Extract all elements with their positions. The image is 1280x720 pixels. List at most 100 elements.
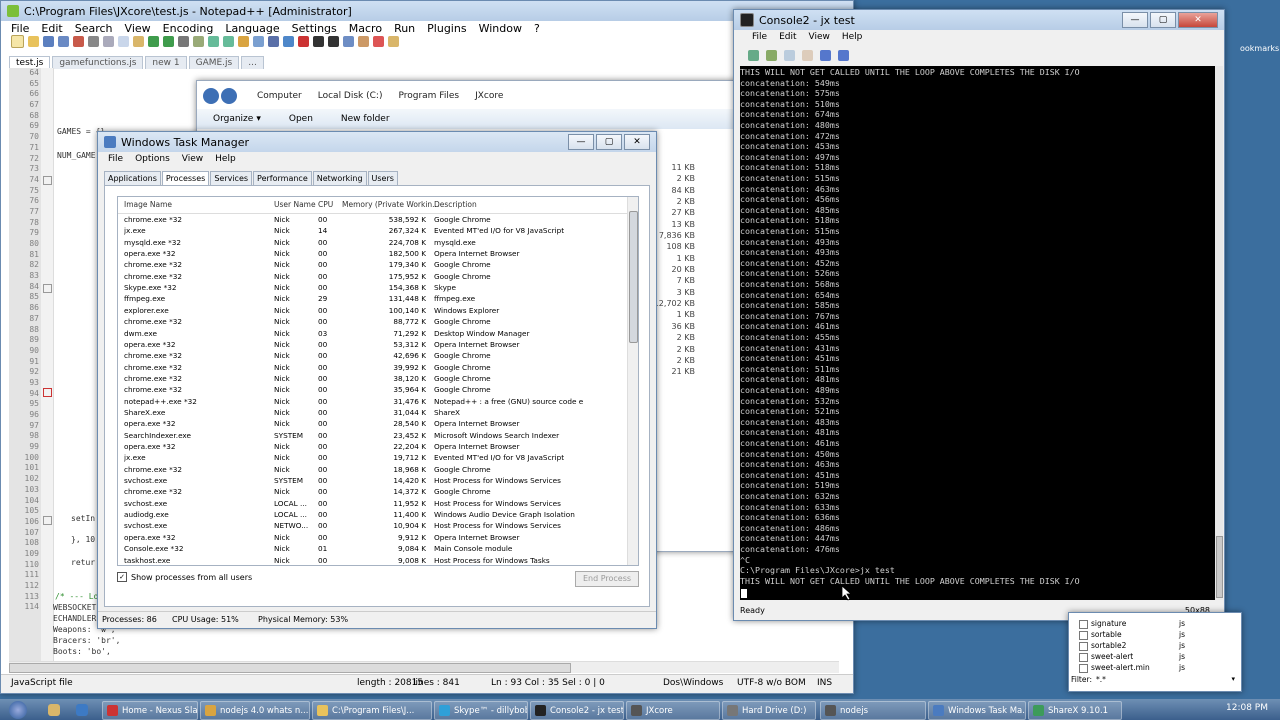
forward-arrow-icon[interactable] [221,88,237,104]
menu-item[interactable]: File [102,153,129,165]
table-row[interactable]: opera.exe *32 Nick 00 53,312 K Opera Interne… [118,339,627,350]
table-row[interactable]: audiodg.exe LOCAL ... 00 11,400 K Windows Au… [118,509,627,520]
process-list-scrollbar[interactable] [627,197,638,565]
pinned-app-icon[interactable] [42,701,66,718]
tab-processes[interactable]: Processes [161,171,210,186]
indent-guide-icon[interactable] [283,36,294,47]
taskbar-item[interactable]: Home - Nexus Slas... [102,701,198,720]
taskbar-item[interactable]: Console2 - jx test [530,701,624,720]
checkbox-icon[interactable] [1079,619,1088,629]
column-header[interactable]: CPU [318,200,333,209]
menu-item[interactable]: Help [209,153,242,165]
new-file-icon[interactable] [11,35,24,48]
table-row[interactable]: chrome.exe *32 Nick 00 42,696 K Google Chrom… [118,350,627,361]
zoom-out-icon[interactable] [223,36,234,47]
table-row[interactable]: Console.exe *32 Nick 01 9,084 K Main Console… [118,543,627,554]
minimize-button[interactable]: — [1122,12,1148,28]
menu-item[interactable]: Plugins [421,21,472,36]
menu-item[interactable]: File [746,31,773,43]
list-item[interactable]: sweet-alert js [1079,652,1229,663]
sync-scroll-icon[interactable] [238,36,249,47]
table-row[interactable]: dwm.exe Nick 03 71,292 K Desktop Window Mana… [118,328,627,339]
table-row[interactable]: notepad++.exe *32 Nick 00 31,476 K Notepad++… [118,396,627,407]
fold-marker-icon[interactable] [43,176,52,185]
notepadpp-titlebar[interactable]: C:\Program Files\JXcore\test.js - Notepa… [1,1,853,21]
macro-play-icon[interactable] [328,36,339,47]
paste-icon[interactable] [802,50,813,61]
redo-icon[interactable] [163,36,174,47]
table-row[interactable]: chrome.exe *32 Nick 00 179,340 K Google Chro… [118,259,627,270]
console-window[interactable]: Console2 - jx test — ▢ ✕ File Edit View Hel… [733,9,1225,621]
menu-item[interactable]: Language [219,21,285,36]
table-row[interactable]: chrome.exe *32 Nick 00 538,592 K Google Chro… [118,214,627,225]
wrap-icon[interactable] [253,36,264,47]
column-header[interactable]: Image Name [124,200,172,209]
checkbox-icon[interactable] [1079,630,1088,640]
taskbar-item[interactable]: ShareX 9.10.1 [1028,701,1122,720]
table-row[interactable]: chrome.exe *32 Nick 00 35,964 K Google Chrom… [118,384,627,395]
list-item[interactable]: sortable2 js [1079,641,1229,652]
tab-file[interactable]: new 1 [145,56,187,69]
table-row[interactable]: svchost.exe NETWO... 00 10,904 K Host Proces… [118,520,627,531]
new-folder-button[interactable]: New folder [341,114,390,124]
taskbar-item[interactable]: Windows Task Ma... [928,701,1026,720]
table-row[interactable]: chrome.exe *32 Nick 00 38,120 K Google Chrom… [118,373,627,384]
table-row[interactable]: explorer.exe Nick 00 100,140 K Windows Explo… [118,305,627,316]
checkbox-icon[interactable] [1079,652,1088,662]
menu-item[interactable]: Edit [35,21,68,36]
scrollbar-thumb[interactable] [629,211,638,343]
taskbar-item[interactable]: nodejs 4.0 whats n... [200,701,310,720]
list-item[interactable]: sortable js [1079,630,1229,641]
scrollbar-thumb[interactable] [1216,536,1223,598]
close-button[interactable]: ✕ [624,134,650,150]
close-file-icon[interactable] [73,36,84,47]
organize-button[interactable]: Organize [213,114,253,124]
paste-icon[interactable] [133,36,144,47]
close-button[interactable]: ✕ [1178,12,1218,28]
maximize-button[interactable]: ▢ [596,134,622,150]
table-row[interactable]: taskhost.exe Nick 00 9,008 K Host Process fo… [118,555,627,566]
breadcrumb-item[interactable]: Computer [257,91,302,101]
taskbar-item[interactable]: Hard Drive (D:) [722,701,816,720]
checkbox-icon[interactable] [1079,663,1088,673]
start-button[interactable] [4,699,32,720]
menu-item[interactable]: File [5,21,35,36]
save-all-icon[interactable] [58,36,69,47]
table-row[interactable]: svchost.exe SYSTEM 00 14,420 K Host Process … [118,475,627,486]
macro-save-icon[interactable] [343,36,354,47]
menu-item[interactable]: Run [388,21,421,36]
plugin2-icon[interactable] [388,36,399,47]
show-all-users-checkbox[interactable]: ✓ [117,572,127,582]
taskbar-item[interactable]: C:\Program Files\J... [312,701,432,720]
taskbar-item[interactable]: JXcore [626,701,720,720]
menu-item[interactable]: View [176,153,209,165]
pinned-app-icon[interactable] [70,701,94,718]
column-header[interactable]: User Name [274,200,316,209]
maximize-button[interactable]: ▢ [1150,12,1176,28]
scrollbar-thumb[interactable] [9,663,571,673]
table-row[interactable]: chrome.exe *32 Nick 00 14,372 K Google Chrom… [118,486,627,497]
back-arrow-icon[interactable] [203,88,219,104]
copy-icon[interactable] [118,36,129,47]
filter-input[interactable]: *.* [1096,675,1106,684]
replace-icon[interactable] [193,36,204,47]
table-row[interactable]: chrome.exe *32 Nick 00 18,968 K Google Chrom… [118,464,627,475]
fold-marker-icon[interactable] [43,284,52,293]
menu-item[interactable]: Help [836,31,869,43]
save-icon[interactable] [43,36,54,47]
taskbar-item[interactable]: nodejs [820,701,926,720]
print-icon[interactable] [88,36,99,47]
tab-networking[interactable]: Networking [312,171,367,186]
open-button[interactable]: Open [289,114,313,124]
plugin-icon[interactable] [373,36,384,47]
menu-item[interactable]: Macro [343,21,388,36]
macro-stop-icon[interactable] [313,36,324,47]
menu-item[interactable]: Edit [773,31,802,43]
spellcheck-icon[interactable] [358,36,369,47]
table-row[interactable]: svchost.exe LOCAL ... 00 11,952 K Host Proce… [118,498,627,509]
table-row[interactable]: jx.exe Nick 00 19,712 K Evented MT'ed I/O fo… [118,452,627,463]
table-row[interactable]: opera.exe *32 Nick 00 22,204 K Opera Interne… [118,441,627,452]
menu-item[interactable]: Settings [286,21,343,36]
tab-users[interactable]: Users [367,171,398,186]
menu-item[interactable]: View [119,21,157,36]
